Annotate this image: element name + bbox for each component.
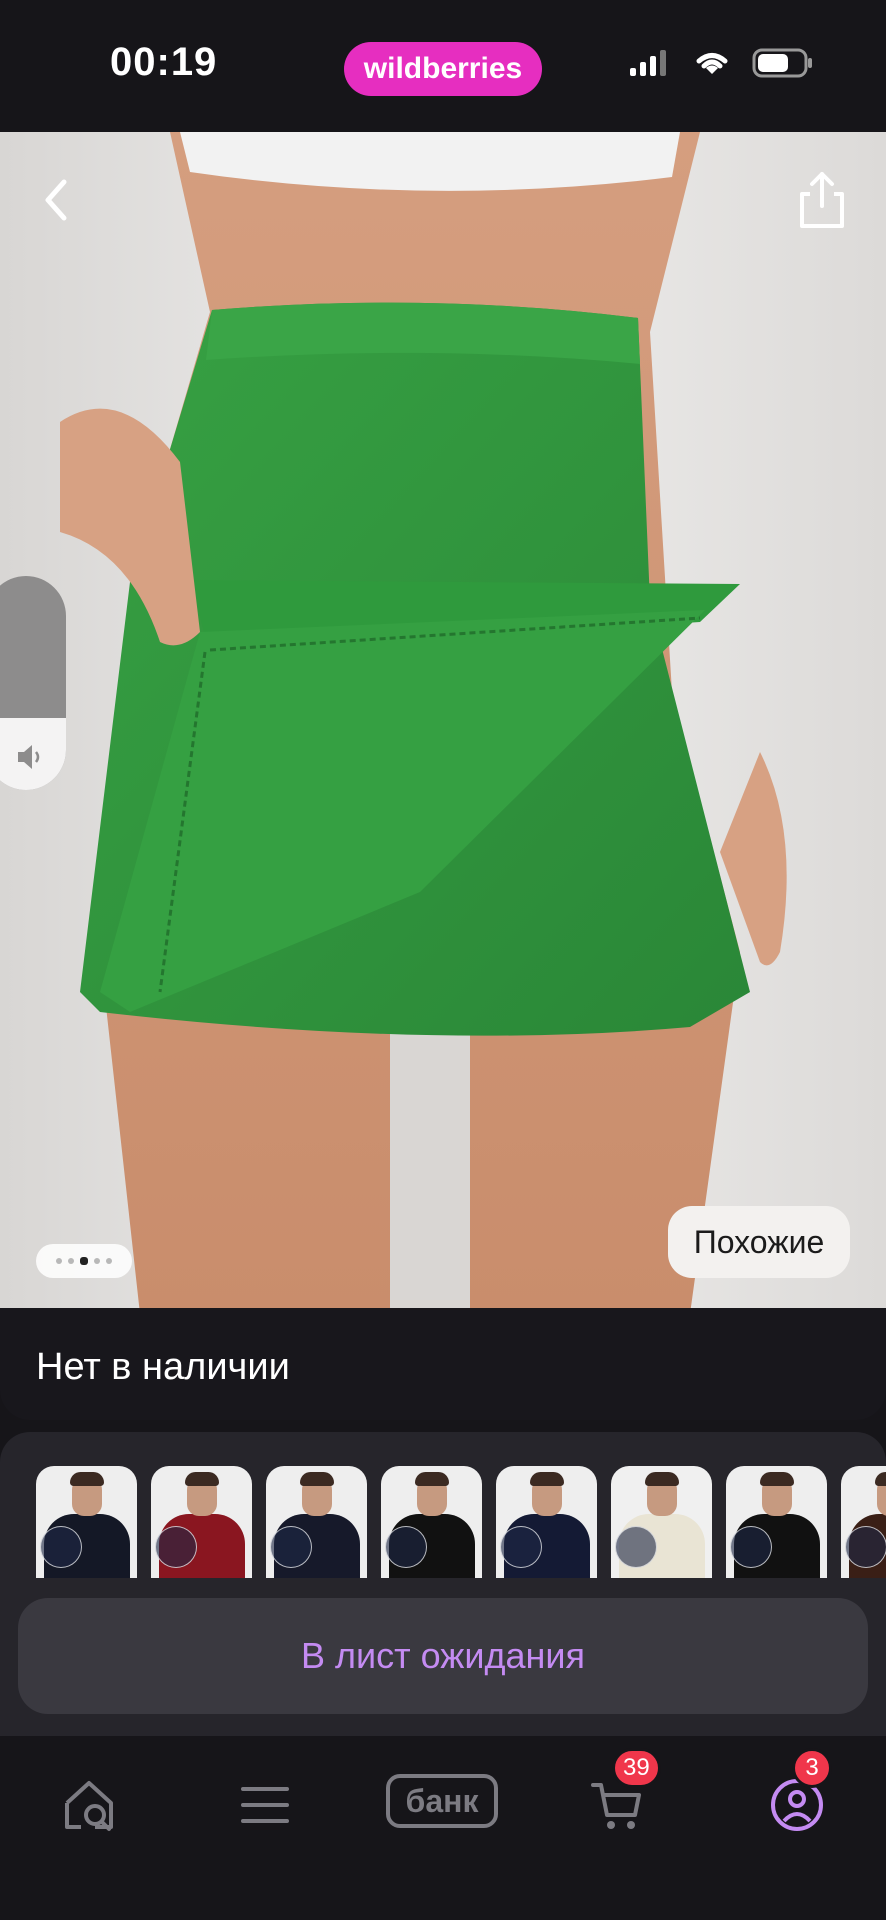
- variant-model-hair: [645, 1472, 679, 1486]
- screen: 00:19 wildberries Похожие Нет в наличии …: [0, 0, 886, 1920]
- variant-fabric-badge: [385, 1526, 427, 1568]
- variant-model-hair: [185, 1472, 219, 1486]
- wifi-icon: [696, 53, 728, 74]
- gallery-pagination: [36, 1244, 132, 1278]
- status-icons: [628, 48, 814, 78]
- variant-thumbnail[interactable]: [841, 1466, 886, 1578]
- variant-fabric-badge: [40, 1526, 82, 1568]
- speaker-icon: [18, 745, 40, 769]
- variant-thumbnail[interactable]: [266, 1466, 367, 1578]
- variant-fabric-badge: [270, 1526, 312, 1568]
- profile-count-badge: 3: [792, 1748, 832, 1788]
- status-time: 00:19: [110, 40, 218, 84]
- pagination-dot-active[interactable]: [80, 1257, 88, 1265]
- variant-thumbnail[interactable]: [36, 1466, 137, 1578]
- variant-fabric-badge: [615, 1526, 657, 1568]
- pagination-dot[interactable]: [68, 1258, 74, 1264]
- variant-model-hair: [300, 1472, 334, 1486]
- share-icon[interactable]: [794, 168, 850, 232]
- brand-logo[interactable]: wildberries: [344, 42, 542, 96]
- back-icon[interactable]: [30, 172, 86, 228]
- variant-model-hair: [530, 1472, 564, 1486]
- menu-icon: [241, 1787, 289, 1823]
- pagination-dot[interactable]: [106, 1258, 112, 1264]
- cart-count-badge: 39: [612, 1748, 661, 1788]
- variant-fabric-badge: [730, 1526, 772, 1568]
- tab-profile[interactable]: 3: [752, 1748, 842, 1850]
- variant-thumbnail[interactable]: [611, 1466, 712, 1578]
- product-photo: [0, 132, 886, 1314]
- variant-thumbnail[interactable]: [151, 1466, 252, 1578]
- similar-button[interactable]: Похожие: [668, 1206, 850, 1278]
- tab-catalog[interactable]: [220, 1760, 310, 1850]
- availability-panel: Нет в наличии: [0, 1308, 886, 1420]
- tab-cart[interactable]: 39: [572, 1748, 662, 1850]
- variant-fabric-badge: [155, 1526, 197, 1568]
- variant-model-hair: [875, 1472, 886, 1486]
- home-search-icon: [65, 1781, 113, 1831]
- variant-fabric-badge: [500, 1526, 542, 1568]
- status-bar: 00:19 wildberries: [0, 0, 886, 132]
- pagination-dot[interactable]: [94, 1258, 100, 1264]
- wait-list-button[interactable]: В лист ожидания: [18, 1598, 868, 1714]
- product-image[interactable]: Похожие: [0, 132, 886, 1314]
- volume-slider[interactable]: [0, 576, 66, 790]
- tab-home[interactable]: [44, 1760, 134, 1850]
- variant-thumbnail[interactable]: [496, 1466, 597, 1578]
- variant-model-hair: [70, 1472, 104, 1486]
- variant-thumbnail[interactable]: [381, 1466, 482, 1578]
- availability-status: Нет в наличии: [36, 1346, 290, 1388]
- bank-icon[interactable]: банк: [386, 1774, 498, 1828]
- variant-thumbnail[interactable]: [726, 1466, 827, 1578]
- battery-icon: [752, 48, 812, 78]
- pagination-dot[interactable]: [56, 1258, 62, 1264]
- variant-fabric-badge: [845, 1526, 886, 1568]
- variant-model-hair: [760, 1472, 794, 1486]
- tab-bar: банк 39 3: [0, 1736, 886, 1920]
- signal-icon: [630, 50, 666, 76]
- variants-carousel[interactable]: [36, 1466, 886, 1578]
- variant-model-hair: [415, 1472, 449, 1486]
